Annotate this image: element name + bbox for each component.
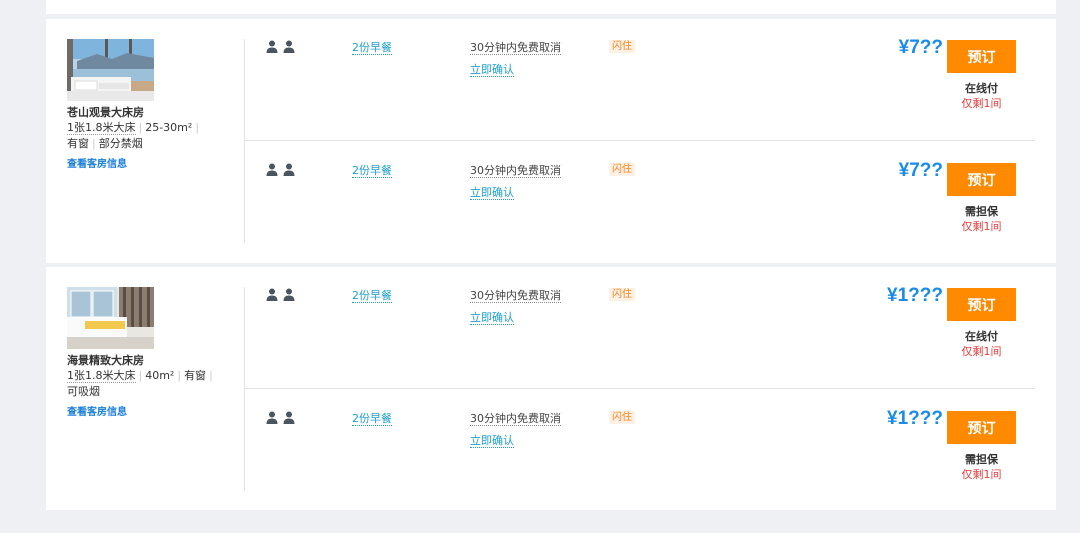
price: ¥1??? bbox=[887, 408, 943, 429]
policy: 30分钟内免费取消 立即确认 bbox=[470, 289, 561, 325]
payment-type: 需担保 bbox=[965, 453, 998, 466]
cancel-policy[interactable]: 30分钟内免费取消 bbox=[470, 412, 561, 426]
breakfast-info[interactable]: 2份早餐 bbox=[352, 164, 392, 178]
room-info: 海景精致大床房 1张1.8米大床 | 40m² | 有窗 | 可吸烟 查看客房信息 bbox=[67, 287, 237, 420]
book-button[interactable]: 预订 bbox=[947, 163, 1016, 196]
stock-left: 仅剩1间 bbox=[961, 220, 1002, 233]
breakfast-info[interactable]: 2份早餐 bbox=[352, 289, 392, 303]
view-room-info-link[interactable]: 查看客房信息 bbox=[67, 406, 127, 420]
policy: 30分钟内免费取消 立即确认 bbox=[470, 412, 561, 448]
person-icon bbox=[283, 288, 295, 301]
flash-stay-badge: 闪住 bbox=[609, 411, 635, 424]
flash-stay-badge: 闪住 bbox=[609, 288, 635, 301]
rate-row: 2份早餐 30分钟内免费取消 立即确认 闪住 ¥1??? 预订 在线付 仅剩1间 bbox=[245, 285, 1035, 410]
breakfast-info[interactable]: 2份早餐 bbox=[352, 41, 392, 55]
room-info: 苍山观景大床房 1张1.8米大床 | 25-30m² | 有窗 | 部分禁烟 查看客房信息 bbox=[67, 39, 237, 172]
person-icon bbox=[283, 40, 295, 53]
stock-left: 仅剩1间 bbox=[961, 468, 1002, 481]
instant-confirm[interactable]: 立即确认 bbox=[470, 186, 514, 200]
smoking-info: 可吸烟 bbox=[67, 385, 100, 398]
smoking-info: 部分禁烟 bbox=[98, 137, 143, 150]
rate-row: 2份早餐 30分钟内免费取消 立即确认 闪住 ¥7?? 预订 在线付 仅剩1间 bbox=[245, 37, 1035, 162]
person-icon bbox=[266, 40, 278, 53]
cancel-policy[interactable]: 30分钟内免费取消 bbox=[470, 289, 561, 303]
bed-type[interactable]: 1张1.8米大床 bbox=[67, 369, 136, 383]
instant-confirm[interactable]: 立即确认 bbox=[470, 63, 514, 77]
person-icon bbox=[266, 288, 278, 301]
room-photo[interactable] bbox=[67, 287, 154, 349]
person-icon bbox=[283, 163, 295, 176]
breakfast-info[interactable]: 2份早餐 bbox=[352, 412, 392, 426]
person-icon bbox=[266, 163, 278, 176]
cancel-policy[interactable]: 30分钟内免费取消 bbox=[470, 41, 561, 55]
room-name: 海景精致大床房 bbox=[67, 354, 144, 367]
price: ¥7?? bbox=[898, 160, 943, 181]
payment-type: 在线付 bbox=[965, 82, 998, 95]
instant-confirm[interactable]: 立即确认 bbox=[470, 311, 514, 325]
person-icon bbox=[266, 411, 278, 424]
bed-type[interactable]: 1张1.8米大床 bbox=[67, 121, 136, 135]
book-button[interactable]: 预订 bbox=[947, 288, 1016, 321]
window-info: 有窗 bbox=[67, 137, 89, 150]
book-button[interactable]: 预订 bbox=[947, 40, 1016, 73]
room-spec: 1张1.8米大床 | 40m² | 有窗 | 可吸烟 bbox=[67, 369, 213, 398]
guest-count bbox=[266, 40, 295, 54]
cancel-policy[interactable]: 30分钟内免费取消 bbox=[470, 164, 561, 178]
book-button[interactable]: 预订 bbox=[947, 411, 1016, 444]
stock-left: 仅剩1间 bbox=[961, 345, 1002, 358]
payment-type: 需担保 bbox=[965, 205, 998, 218]
room-card: 海景精致大床房 1张1.8米大床 | 40m² | 有窗 | 可吸烟 查看客房信息 2份早餐… bbox=[46, 267, 1056, 510]
flash-stay-badge: 闪住 bbox=[609, 163, 635, 176]
instant-confirm[interactable]: 立即确认 bbox=[470, 434, 514, 448]
payment-type: 在线付 bbox=[965, 330, 998, 343]
guest-count bbox=[266, 411, 295, 425]
window-info: 有窗 bbox=[184, 369, 207, 382]
room-name: 苍山观景大床房 bbox=[67, 106, 144, 119]
guest-count bbox=[266, 163, 295, 177]
room-area: 25-30m² bbox=[145, 121, 193, 134]
room-card: 苍山观景大床房 1张1.8米大床 | 25-30m² | 有窗 | 部分禁烟 查看客房信息 … bbox=[46, 19, 1056, 263]
room-spec: 1张1.8米大床 | 25-30m² | 有窗 | 部分禁烟 bbox=[67, 121, 200, 150]
price: ¥1??? bbox=[887, 285, 943, 306]
person-icon bbox=[283, 411, 295, 424]
guest-count bbox=[266, 288, 295, 302]
previous-room-card bbox=[46, 0, 1056, 14]
room-area: 40m² bbox=[145, 369, 175, 382]
policy: 30分钟内免费取消 立即确认 bbox=[470, 41, 561, 77]
view-room-info-link[interactable]: 查看客房信息 bbox=[67, 158, 127, 172]
price: ¥7?? bbox=[898, 37, 943, 58]
room-photo[interactable] bbox=[67, 39, 154, 101]
policy: 30分钟内免费取消 立即确认 bbox=[470, 164, 561, 200]
flash-stay-badge: 闪住 bbox=[609, 40, 635, 53]
stock-left: 仅剩1间 bbox=[961, 97, 1002, 110]
